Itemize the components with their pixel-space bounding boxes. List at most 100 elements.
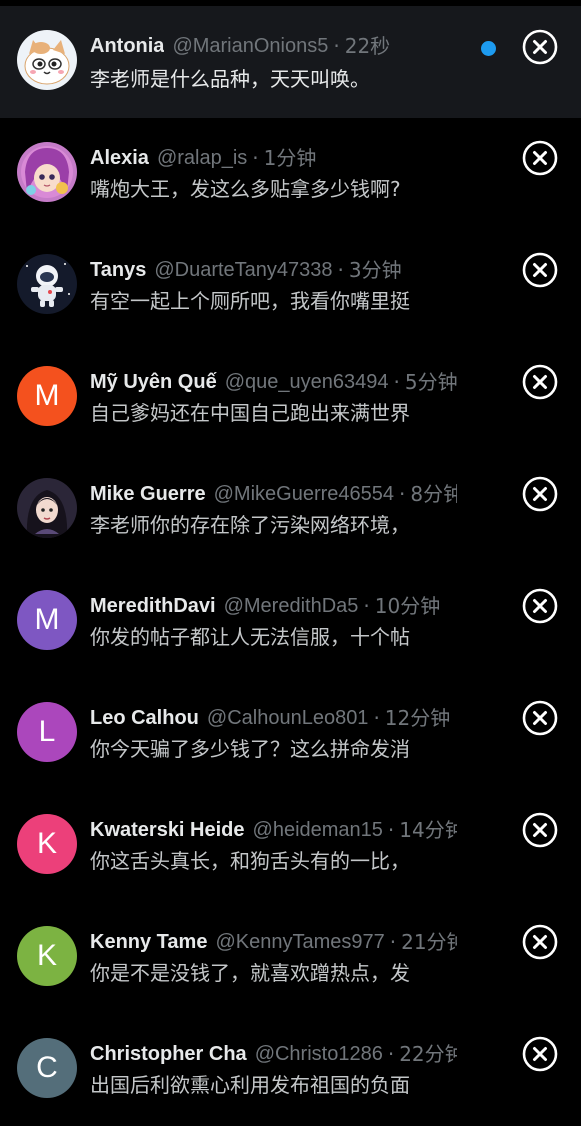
user-name[interactable]: Leo Calhou — [90, 704, 199, 732]
notification-text: 你这舌头真长，和狗舌头有的一比， — [90, 849, 410, 873]
close-icon — [522, 364, 558, 400]
user-handle[interactable]: @CalhounLeo801 — [207, 704, 369, 732]
notification-header: Mike Guerre @MikeGuerre46554 · 8分钟 — [90, 480, 457, 508]
timestamp: 10分钟 — [374, 594, 441, 618]
timestamp: 1分钟 — [263, 146, 317, 170]
avatar-letter: M — [34, 603, 60, 636]
notification-text: 你发的帖子都让人无法信服，十个帖 — [90, 625, 410, 649]
avatar[interactable] — [17, 478, 77, 538]
notification-text: 嘴炮大王，发这么多贴拿多少钱啊? — [90, 177, 401, 201]
avatar-letter: K — [36, 939, 57, 972]
user-handle[interactable]: @ralap_is — [157, 144, 247, 172]
separator-dot: · — [252, 146, 259, 170]
avatar[interactable]: M — [17, 366, 77, 426]
notification-list: Antonia @MarianOnions5 · 22秒 李老师是什么品种，天天叫唤。 — [0, 0, 581, 1120]
notification-text: 你今天骗了多少钱了？这么拼命发消 — [90, 737, 410, 761]
user-name[interactable]: MeredithDavi — [90, 592, 216, 620]
avatar-letter: C — [36, 1051, 58, 1084]
notification-item[interactable]: K Kenny Tame @KennyTames977 · 21分钟 你是不是没钱了，… — [0, 902, 581, 1014]
user-handle[interactable]: @DuarteTany47338 — [154, 256, 332, 284]
close-icon — [522, 29, 558, 65]
avatar[interactable] — [17, 30, 77, 90]
dark-haired-woman-avatar-icon — [17, 478, 77, 538]
user-handle[interactable]: @Christo1286 — [255, 1040, 383, 1068]
notification-header: Kwaterski Heide @heideman15 · 14分钟 — [90, 816, 457, 844]
user-name[interactable]: Kwaterski Heide — [90, 816, 245, 844]
dismiss-button[interactable] — [522, 29, 558, 65]
close-icon — [522, 1036, 558, 1072]
avatar-letter: M — [34, 379, 60, 412]
dismiss-button[interactable] — [522, 476, 558, 512]
avatar[interactable]: K — [17, 814, 77, 874]
dismiss-button[interactable] — [522, 812, 558, 848]
notification-item[interactable]: M Mỹ Uyên Quế @que_uyen63494 · 5分钟 自己爹妈还在中国… — [0, 342, 581, 454]
notification-text: 有空一起上个厕所吧，我看你嘴里挺 — [90, 289, 410, 313]
avatar[interactable]: K — [17, 926, 77, 986]
user-handle[interactable]: @KennyTames977 — [215, 928, 384, 956]
user-handle[interactable]: @MikeGuerre46554 — [214, 480, 394, 508]
notification-text: 你是不是没钱了，就喜欢蹭热点，发 — [90, 961, 410, 985]
dismiss-button[interactable] — [522, 252, 558, 288]
notification-header: Leo Calhou @CalhounLeo801 · 12分钟 — [90, 704, 457, 732]
separator-dot: · — [399, 482, 406, 506]
separator-dot: · — [389, 930, 397, 954]
dismiss-button[interactable] — [522, 588, 558, 624]
close-icon — [522, 476, 558, 512]
user-name[interactable]: Mỹ Uyên Quế — [90, 368, 217, 396]
notification-item[interactable]: Tanys @DuarteTany47338 · 3分钟 有空一起上个厕所吧，我看你嘴… — [0, 230, 581, 342]
separator-dot: · — [387, 1042, 395, 1066]
avatar[interactable]: M — [17, 590, 77, 650]
cartoon-cat-avatar-icon — [17, 30, 77, 90]
separator-dot: · — [393, 370, 400, 394]
notification-item[interactable]: Alexia @ralap_is · 1分钟 嘴炮大王，发这么多贴拿多少钱啊? — [0, 118, 581, 230]
notification-item[interactable]: M MeredithDavi @MeredithDa5 · 10分钟 你发的帖子都让人… — [0, 566, 581, 678]
user-handle[interactable]: @MarianOnions5 — [172, 32, 328, 60]
dismiss-button[interactable] — [522, 1036, 558, 1072]
user-handle[interactable]: @heideman15 — [253, 816, 383, 844]
avatar[interactable]: L — [17, 702, 77, 762]
notification-item[interactable]: Antonia @MarianOnions5 · 22秒 李老师是什么品种，天天叫唤。 — [0, 6, 581, 118]
dismiss-button[interactable] — [522, 924, 558, 960]
user-name[interactable]: Alexia — [90, 144, 149, 172]
separator-dot: · — [333, 34, 340, 58]
timestamp: 22秒 — [344, 34, 391, 58]
notification-item[interactable]: L Leo Calhou @CalhounLeo801 · 12分钟 你今天骗了多少钱… — [0, 678, 581, 790]
notification-header: Christopher Cha @Christo1286 · 22分钟 — [90, 1040, 457, 1068]
notification-item[interactable]: Mike Guerre @MikeGuerre46554 · 8分钟 李老师你的存在除… — [0, 454, 581, 566]
timestamp: 12分钟 — [384, 706, 451, 730]
close-icon — [522, 140, 558, 176]
timestamp: 3分钟 — [348, 258, 402, 282]
astronaut-avatar-icon — [17, 254, 77, 314]
dismiss-button[interactable] — [522, 364, 558, 400]
timestamp: 14分钟 — [399, 818, 457, 842]
close-icon — [522, 812, 558, 848]
dismiss-button[interactable] — [522, 700, 558, 736]
separator-dot: · — [387, 818, 395, 842]
notification-header: MeredithDavi @MeredithDa5 · 10分钟 — [90, 592, 457, 620]
notification-item[interactable]: K Kwaterski Heide @heideman15 · 14分钟 你这舌头真长… — [0, 790, 581, 902]
user-handle[interactable]: @MeredithDa5 — [224, 592, 359, 620]
notification-item[interactable]: C Christopher Cha @Christo1286 · 22分钟 出国后利欲… — [0, 1014, 581, 1126]
notification-header: Tanys @DuarteTany47338 · 3分钟 — [90, 256, 457, 284]
avatar-letter: L — [38, 715, 56, 748]
notification-header: Mỹ Uyên Quế @que_uyen63494 · 5分钟 — [90, 368, 457, 396]
notification-header: Alexia @ralap_is · 1分钟 — [90, 144, 457, 172]
notification-header: Antonia @MarianOnions5 · 22秒 — [90, 32, 457, 60]
avatar-letter: K — [36, 827, 57, 860]
avatar[interactable]: C — [17, 1038, 77, 1098]
unread-dot-icon — [481, 41, 496, 56]
avatar[interactable] — [17, 254, 77, 314]
user-name[interactable]: Kenny Tame — [90, 928, 207, 956]
separator-dot: · — [363, 594, 370, 618]
avatar[interactable] — [17, 142, 77, 202]
user-name[interactable]: Antonia — [90, 32, 164, 60]
close-icon — [522, 924, 558, 960]
dismiss-button[interactable] — [522, 140, 558, 176]
timestamp: 8分钟 — [410, 482, 457, 506]
user-name[interactable]: Christopher Cha — [90, 1040, 247, 1068]
anime-girl-avatar-icon — [17, 142, 77, 202]
user-name[interactable]: Tanys — [90, 256, 146, 284]
user-handle[interactable]: @que_uyen63494 — [225, 368, 389, 396]
user-name[interactable]: Mike Guerre — [90, 480, 206, 508]
notification-text: 出国后利欲熏心利用发布祖国的负面 — [90, 1073, 410, 1097]
